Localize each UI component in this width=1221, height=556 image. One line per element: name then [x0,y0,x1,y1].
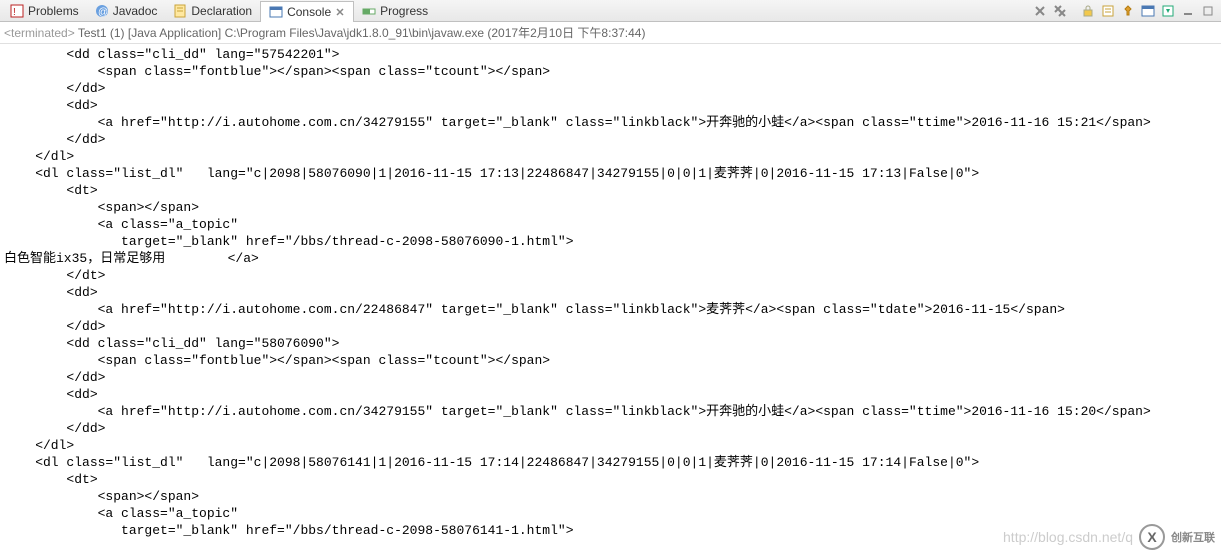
view-tab-bar: ! Problems @ Javadoc Declaration Console… [0,0,1221,22]
clear-console-icon[interactable] [1099,2,1117,20]
tab-label: Declaration [191,4,252,18]
display-selected-icon[interactable] [1139,2,1157,20]
close-icon[interactable] [335,7,345,17]
minimize-icon[interactable] [1179,2,1197,20]
watermark: http://blog.csdn.net/q X 创新互联 [1003,524,1221,550]
console-toolbar [1031,2,1217,20]
tab-label: Progress [380,4,428,18]
console-status-line: <terminated> Test1 (1) [Java Application… [0,22,1221,44]
tab-problems[interactable]: ! Problems [2,0,87,21]
javadoc-icon: @ [95,4,109,18]
run-description: Test1 (1) [Java Application] C:\Program … [78,26,646,40]
terminated-decoration: <terminated> [4,26,75,40]
svg-text:!: ! [13,7,16,18]
remove-launch-icon[interactable] [1031,2,1049,20]
console-output[interactable]: <dd class="cli_dd" lang="57542201"> <spa… [0,44,1221,541]
declaration-icon [173,4,187,18]
console-menu-icon[interactable] [1159,2,1177,20]
scroll-lock-icon[interactable] [1079,2,1097,20]
watermark-brand: 创新互联 [1171,529,1215,545]
console-icon [269,5,283,19]
tab-declaration[interactable]: Declaration [165,0,260,21]
progress-icon [362,4,376,18]
problems-icon: ! [10,4,24,18]
remove-all-icon[interactable] [1051,2,1069,20]
watermark-url: http://blog.csdn.net/q [1003,529,1133,545]
tab-label: Console [287,5,331,19]
maximize-icon[interactable] [1199,2,1217,20]
tab-javadoc[interactable]: @ Javadoc [87,0,166,21]
pin-console-icon[interactable] [1119,2,1137,20]
tab-progress[interactable]: Progress [354,0,436,21]
tab-label: Problems [28,4,79,18]
watermark-logo-icon: X [1139,524,1165,550]
tab-label: Javadoc [113,4,158,18]
tab-console[interactable]: Console [260,1,354,22]
svg-text:@: @ [98,7,108,18]
